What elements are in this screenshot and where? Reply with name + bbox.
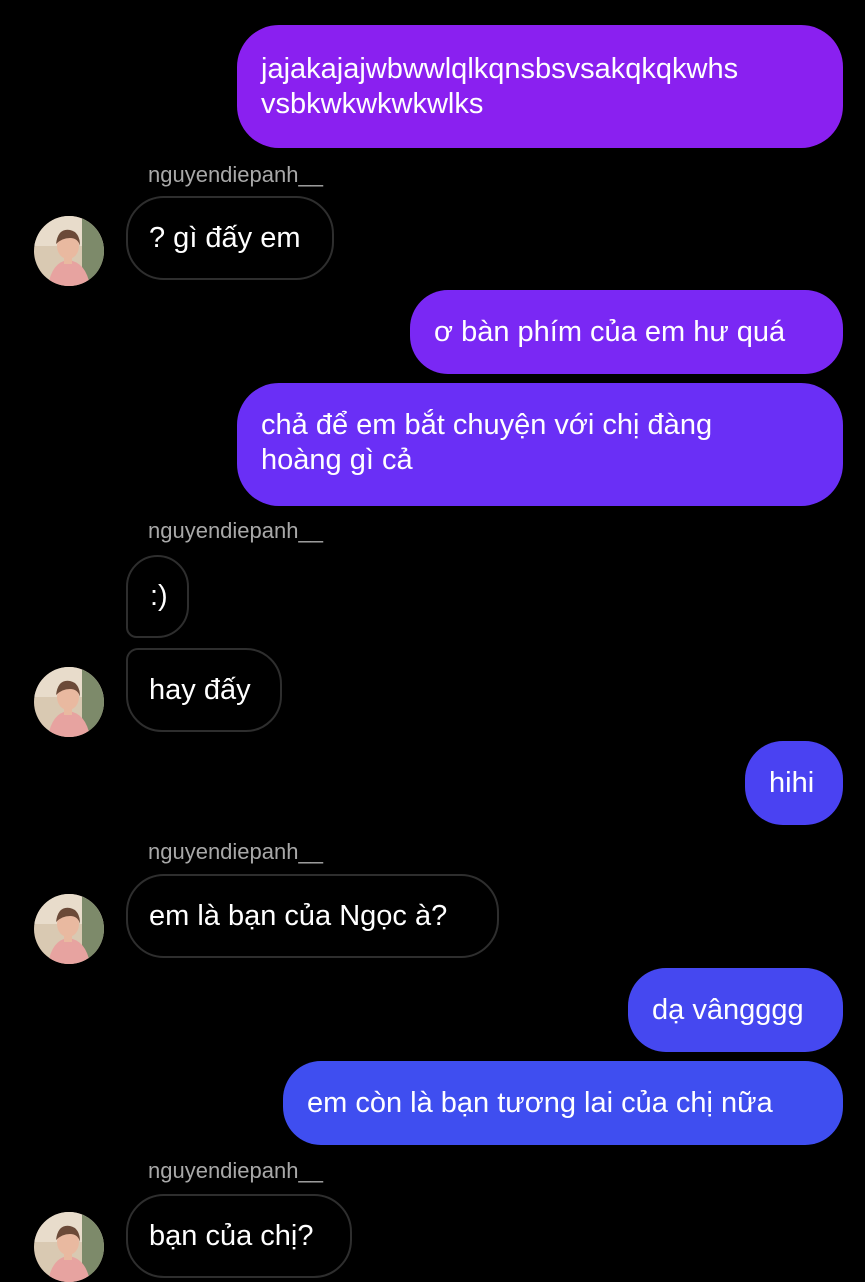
avatar[interactable]	[34, 894, 104, 964]
avatar[interactable]	[34, 1212, 104, 1282]
incoming-message-bubble[interactable]: bạn của chị?	[126, 1194, 352, 1278]
message-text: ơ bàn phím của em hư quá	[434, 315, 786, 348]
message-text: bạn của chị?	[149, 1219, 314, 1252]
sender-name: nguyendiepanh__	[148, 1158, 323, 1183]
message-line: chả để em bắt chuyện với chị đàng	[261, 409, 713, 441]
sender-name: nguyendiepanh__	[148, 839, 323, 864]
incoming-message-bubble[interactable]: ? gì đấy em	[126, 196, 334, 280]
sender-name: nguyendiepanh__	[148, 162, 323, 187]
outgoing-message-bubble[interactable]: dạ vângggg	[628, 968, 843, 1052]
message-text: em là bạn của Ngọc à?	[149, 899, 448, 932]
incoming-message-bubble[interactable]: em là bạn của Ngọc à?	[126, 874, 499, 958]
message-text: ? gì đấy em	[149, 221, 301, 254]
message-line: hoàng gì cả	[261, 444, 413, 476]
incoming-message-bubble[interactable]: :)	[126, 555, 189, 638]
message-text: hihi	[769, 766, 815, 799]
outgoing-message-bubble[interactable]: chả để em bắt chuyện với chị đàng hoàng …	[237, 383, 843, 506]
incoming-message-bubble[interactable]: hay đấy	[126, 648, 282, 732]
message-line: vsbkwkwkwkwlks	[261, 88, 484, 120]
avatar[interactable]	[34, 216, 104, 286]
profile-photo-icon	[34, 894, 104, 964]
message-text: :)	[150, 580, 168, 612]
profile-photo-icon	[34, 216, 104, 286]
message-text: hay đấy	[149, 673, 251, 706]
sender-name: nguyendiepanh__	[148, 518, 323, 543]
message-line: jajakajajwbwwlqlkqnsbsvsakqkqkwhs	[261, 53, 739, 85]
message-text: em còn là bạn tương lai của chị nữa	[307, 1086, 773, 1119]
message-thread: jajakajajwbwwlqlkqnsbsvsakqkqkwhs vsbkwk…	[0, 0, 865, 1282]
profile-photo-icon	[34, 667, 104, 737]
outgoing-message-bubble[interactable]: em còn là bạn tương lai của chị nữa	[283, 1061, 843, 1145]
outgoing-message-bubble[interactable]: ơ bàn phím của em hư quá	[410, 290, 843, 374]
outgoing-message-bubble[interactable]: jajakajajwbwwlqlkqnsbsvsakqkqkwhs vsbkwk…	[237, 25, 843, 148]
profile-photo-icon	[34, 1212, 104, 1282]
avatar[interactable]	[34, 667, 104, 737]
outgoing-message-bubble[interactable]: hihi	[745, 741, 843, 825]
message-text: dạ vângggg	[652, 993, 804, 1026]
